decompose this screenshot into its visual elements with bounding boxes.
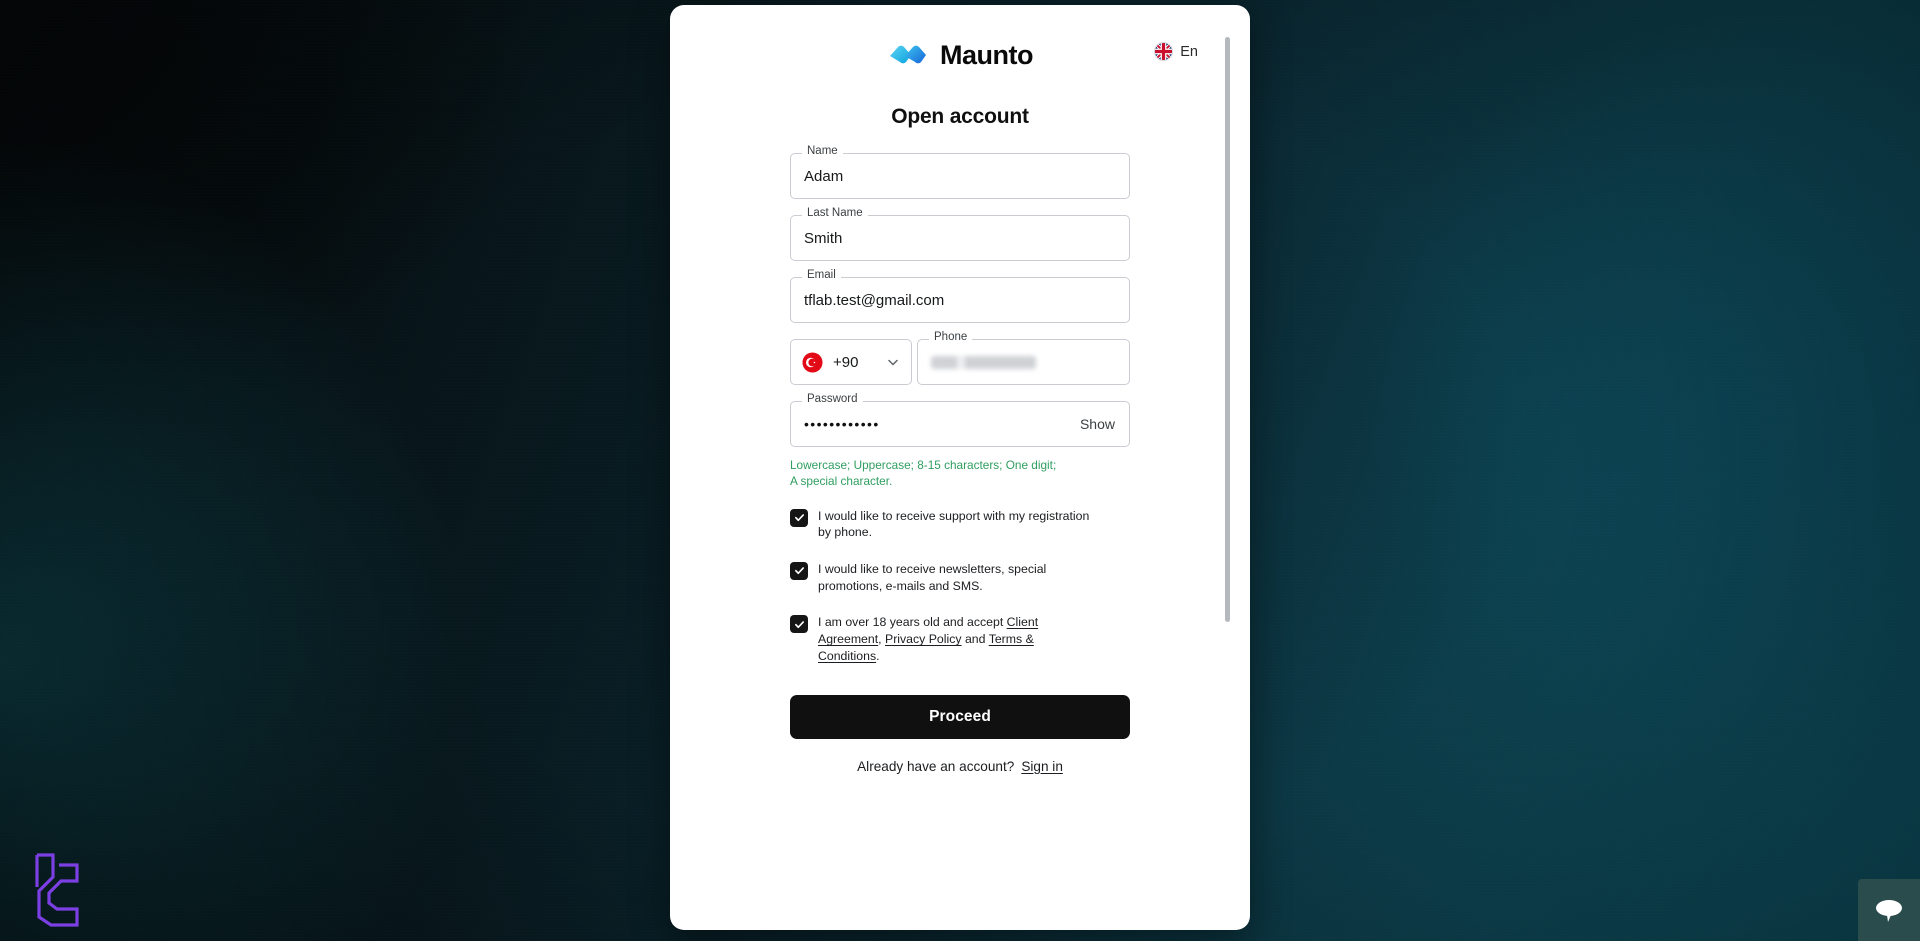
privacy-policy-link[interactable]: Privacy Policy (885, 632, 962, 646)
turkey-flag-icon (802, 351, 823, 373)
consent-label-newsletters: I would like to receive newsletters, spe… (818, 561, 1047, 593)
password-input[interactable]: •••••••••••• (791, 401, 1080, 447)
signup-form: Name Last Name Email (790, 145, 1130, 774)
password-requirements-hint: Lowercase; Uppercase; 8-15 characters; O… (790, 458, 1057, 489)
brand-logo: Maunto (887, 40, 1033, 71)
signin-link[interactable]: Sign in (1021, 759, 1063, 774)
age-consent-prefix: I am over 18 years old and accept (818, 615, 1007, 630)
age-consent-suffix: . (876, 648, 880, 663)
phone-input-placeholder[interactable] (931, 355, 1036, 369)
page-title: Open account (891, 105, 1029, 128)
password-field[interactable]: Password •••••••••••• Show (790, 393, 1130, 447)
age-consent-separator-1: , (878, 632, 885, 647)
chat-bubble-icon (1876, 900, 1902, 922)
uk-flag-icon (1154, 42, 1174, 61)
email-field[interactable]: Email (790, 269, 1130, 323)
phone-field[interactable]: Phone (917, 331, 1130, 385)
password-show-toggle[interactable]: Show (1080, 416, 1129, 432)
maunto-chevrons-logo (890, 45, 926, 64)
last-name-input[interactable] (791, 216, 1129, 260)
age-consent-separator-2: and (961, 632, 989, 647)
chat-support-widget[interactable] (1858, 879, 1920, 941)
country-code-select[interactable]: +90 (790, 339, 912, 385)
signin-row: Already have an account? Sign in (790, 759, 1130, 774)
country-code-value: +90 (833, 353, 859, 371)
consent-label-age-and-terms: I am over 18 years old and accept Client… (818, 614, 1096, 664)
lc-monogram-logo (27, 847, 87, 929)
password-field-label: Password (802, 393, 863, 406)
name-field[interactable]: Name (790, 145, 1130, 199)
check-icon (794, 621, 804, 628)
check-icon (794, 514, 804, 522)
chevron-down-icon (888, 359, 898, 366)
language-switcher[interactable]: En (1154, 42, 1198, 61)
name-field-label: Name (802, 145, 843, 158)
name-input[interactable] (791, 154, 1129, 198)
checkbox-age-and-terms[interactable] (790, 615, 808, 634)
checkbox-newsletters[interactable] (790, 561, 808, 580)
phone-field-label: Phone (929, 331, 973, 344)
signup-card-content: Maunto En Open account Name Adam Last Na… (670, 5, 1250, 930)
consent-row-age-and-terms[interactable]: I am over 18 years old and accept Client… (790, 614, 1130, 664)
card-scrollbar-track[interactable] (1225, 21, 1240, 901)
consent-row-support-by-phone[interactable]: I would like to receive support with my … (790, 508, 1130, 541)
language-label: En (1180, 43, 1198, 60)
consent-row-newsletters[interactable]: I would like to receive newsletters, spe… (790, 561, 1130, 594)
proceed-button[interactable]: Proceed (790, 694, 1130, 739)
card-scrollbar-thumb[interactable] (1225, 37, 1230, 622)
phone-row: +90 Phone (790, 331, 1130, 385)
email-input[interactable] (791, 278, 1129, 322)
signin-prompt: Already have an account? (857, 758, 1015, 774)
email-field-label: Email (802, 269, 841, 282)
card-header: Maunto En (700, 29, 1220, 81)
consent-label-support-by-phone: I would like to receive support with my … (818, 508, 1090, 540)
signup-card: Maunto En Open account Name Adam Last Na… (670, 5, 1250, 930)
last-name-field-label: Last Name (802, 207, 868, 220)
check-icon (794, 567, 804, 575)
last-name-field[interactable]: Last Name (790, 207, 1130, 261)
brand-name: Maunto (940, 39, 1033, 70)
checkbox-support-by-phone[interactable] (790, 508, 808, 527)
